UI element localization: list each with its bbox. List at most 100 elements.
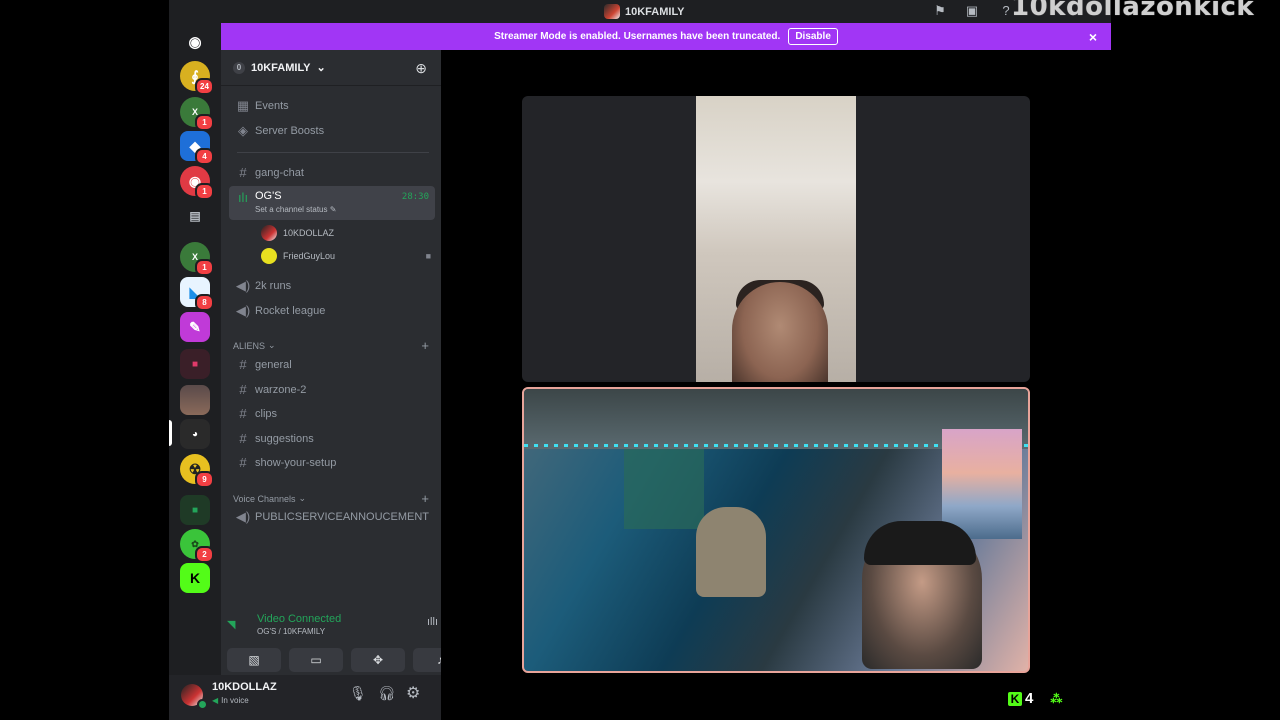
title-bar: 10KFAMILY ⚑ ▣ ?	[169, 0, 1111, 23]
voice-channel-ogs-active[interactable]: ılı OG'S Set a channel status ✎ 28:30	[229, 186, 435, 220]
plus-icon[interactable]: +	[421, 338, 429, 353]
category-aliens[interactable]: ALIENS ⌄ +	[233, 338, 429, 353]
voice-status: Video Connected	[257, 613, 342, 625]
channel-general[interactable]: # general	[229, 353, 435, 376]
gear-icon[interactable]: ⚙	[406, 683, 420, 703]
viewers-icon: ⁂	[1050, 691, 1063, 706]
server-folder-icon[interactable]: ■	[180, 349, 210, 379]
channel-status-text: Set a channel status	[255, 205, 328, 214]
server-icon[interactable]: ◉ 1	[180, 166, 214, 200]
server-icon[interactable]: ◕	[180, 419, 210, 449]
server-folder-icon[interactable]: ▤	[180, 201, 210, 231]
boosts-label: Server Boosts	[255, 124, 325, 137]
plus-icon[interactable]: +	[421, 491, 429, 506]
events-label: Events	[255, 99, 289, 112]
noise-suppression-icon[interactable]: ıllı	[427, 616, 438, 628]
category-label: Voice Channels	[233, 493, 296, 504]
notification-badge: 8	[195, 294, 214, 311]
server-icon[interactable]: ✎	[180, 312, 210, 342]
microphone-icon[interactable]: 🎙︎	[349, 685, 367, 702]
speaker-icon: ◀)	[235, 277, 251, 293]
signal-icon[interactable]: ◥	[227, 618, 235, 631]
voice-user[interactable]: 10KDOLLAZ	[261, 225, 431, 241]
hashtag-icon: #	[239, 382, 247, 397]
chevron-down-icon: ⌄	[316, 62, 326, 74]
speaker-icon: ◀)	[235, 302, 251, 318]
hashtag-icon: #	[239, 455, 247, 470]
aquarium-shape	[624, 449, 704, 529]
server-folder-icon[interactable]: ■	[180, 495, 210, 525]
server-icon[interactable]: ◆ 4	[180, 131, 214, 165]
add-user-icon[interactable]: ⊕	[415, 60, 427, 77]
channel-show-your-setup[interactable]: # show-your-setup	[229, 451, 435, 474]
chevron-down-icon: ⌄	[268, 340, 276, 350]
channel-clips[interactable]: # clips	[229, 402, 435, 425]
voice-small-icon: ◀	[212, 696, 219, 705]
user-panel: 10KDOLLAZ ◀ In voice 🎙︎ 🎧︎ ⚙	[169, 675, 441, 720]
close-icon[interactable]: ×	[1089, 29, 1097, 45]
events-item[interactable]: ▦ Events	[229, 94, 435, 117]
server-logo-icon	[604, 4, 620, 19]
activities-icon: ✥	[372, 653, 384, 667]
category-label: ALIENS	[233, 340, 266, 351]
hashtag-icon: #	[239, 357, 247, 372]
server-header[interactable]: 0 10KFAMILY ⌄ ⊕	[221, 50, 441, 86]
username[interactable]: 10KDOLLAZ	[212, 681, 277, 693]
channel-name: warzone-2	[255, 383, 307, 396]
channel-gang-chat[interactable]: # gang-chat	[229, 161, 435, 184]
activities-button[interactable]: ✥	[351, 648, 405, 672]
voice-channel[interactable]: ◀) 2k runs	[229, 274, 435, 297]
feather-icon: ✎	[189, 318, 201, 335]
server-rail: ◉ ∮ 24 X 1 ◆ 4 ◉ 1 ▤ X 1 ◣ 8 ✎ ■ ◕ ☢ 9 ■…	[169, 23, 221, 720]
server-icon[interactable]: ◣ 8	[180, 277, 214, 311]
webcam-feed	[696, 96, 856, 382]
video-tile-user-2[interactable]	[522, 387, 1030, 673]
channel-name: OG'S	[255, 190, 282, 202]
channel-warzone-2[interactable]: # warzone-2	[229, 378, 435, 401]
calendar-icon: ▦	[236, 97, 250, 113]
server-icon[interactable]	[180, 385, 210, 415]
voice-channel[interactable]: ◀) PUBLICSERVICEANNOUCEMENT	[229, 505, 435, 528]
notification-badge: 1	[195, 114, 214, 131]
avatar	[261, 225, 277, 241]
user-status-text: In voice	[221, 696, 249, 705]
server-boosts-item[interactable]: ◈ Server Boosts	[229, 119, 435, 142]
server-icon[interactable]: X 1	[180, 97, 214, 131]
server-icon[interactable]: X 1	[180, 242, 214, 276]
voice-username: 10KDOLLAZ	[283, 228, 335, 238]
server-name[interactable]: 0 10KFAMILY ⌄	[233, 61, 326, 74]
camera-off-icon: ▧	[248, 653, 260, 667]
kick-viewer-count: K 4 ⁂	[1008, 690, 1062, 707]
server-icon[interactable]: ✿ 2	[180, 529, 214, 563]
server-icon[interactable]: ∮ 24	[180, 61, 214, 95]
inbox-icon[interactable]: ▣	[965, 4, 979, 18]
voice-username: FriedGuyLou	[283, 251, 336, 261]
category-voice-channels[interactable]: Voice Channels ⌄ +	[233, 491, 429, 506]
channel-suggestions[interactable]: # suggestions	[229, 427, 435, 450]
channel-name: PUBLICSERVICEANNOUCEMENT	[255, 510, 429, 523]
channel-status[interactable]: Set a channel status ✎	[255, 205, 336, 214]
server-icon[interactable]: K	[180, 563, 210, 593]
boost-level-icon: 0	[233, 61, 245, 74]
pencil-icon: ✎	[329, 205, 337, 214]
beanie-shape	[864, 521, 976, 565]
screen-share-button[interactable]: ▭	[289, 648, 343, 672]
voice-channel[interactable]: ◀) Rocket league	[229, 299, 435, 322]
person-shape	[696, 507, 766, 597]
notification-badge: 1	[195, 183, 214, 200]
channel-name: 2k runs	[255, 279, 292, 292]
voice-user[interactable]: FriedGuyLou ■	[261, 248, 431, 264]
face-shape	[732, 282, 828, 382]
discord-home-icon[interactable]: ◉	[180, 27, 210, 57]
disable-button[interactable]: Disable	[788, 28, 838, 45]
headphones-icon[interactable]: 🎧︎	[378, 685, 396, 702]
kick-icon: K	[189, 570, 201, 586]
video-tile-user-1[interactable]	[522, 96, 1030, 382]
voice-location[interactable]: OG'S / 10KFAMILY	[257, 627, 325, 636]
screen-share-icon: ▭	[310, 653, 322, 667]
selected-server-pill	[169, 420, 172, 446]
flag-icon[interactable]: ⚑	[933, 4, 947, 18]
server-name-text: 10KFAMILY	[251, 61, 311, 74]
server-icon[interactable]: ☢ 9	[180, 454, 214, 488]
camera-off-button[interactable]: ▧	[227, 648, 281, 672]
